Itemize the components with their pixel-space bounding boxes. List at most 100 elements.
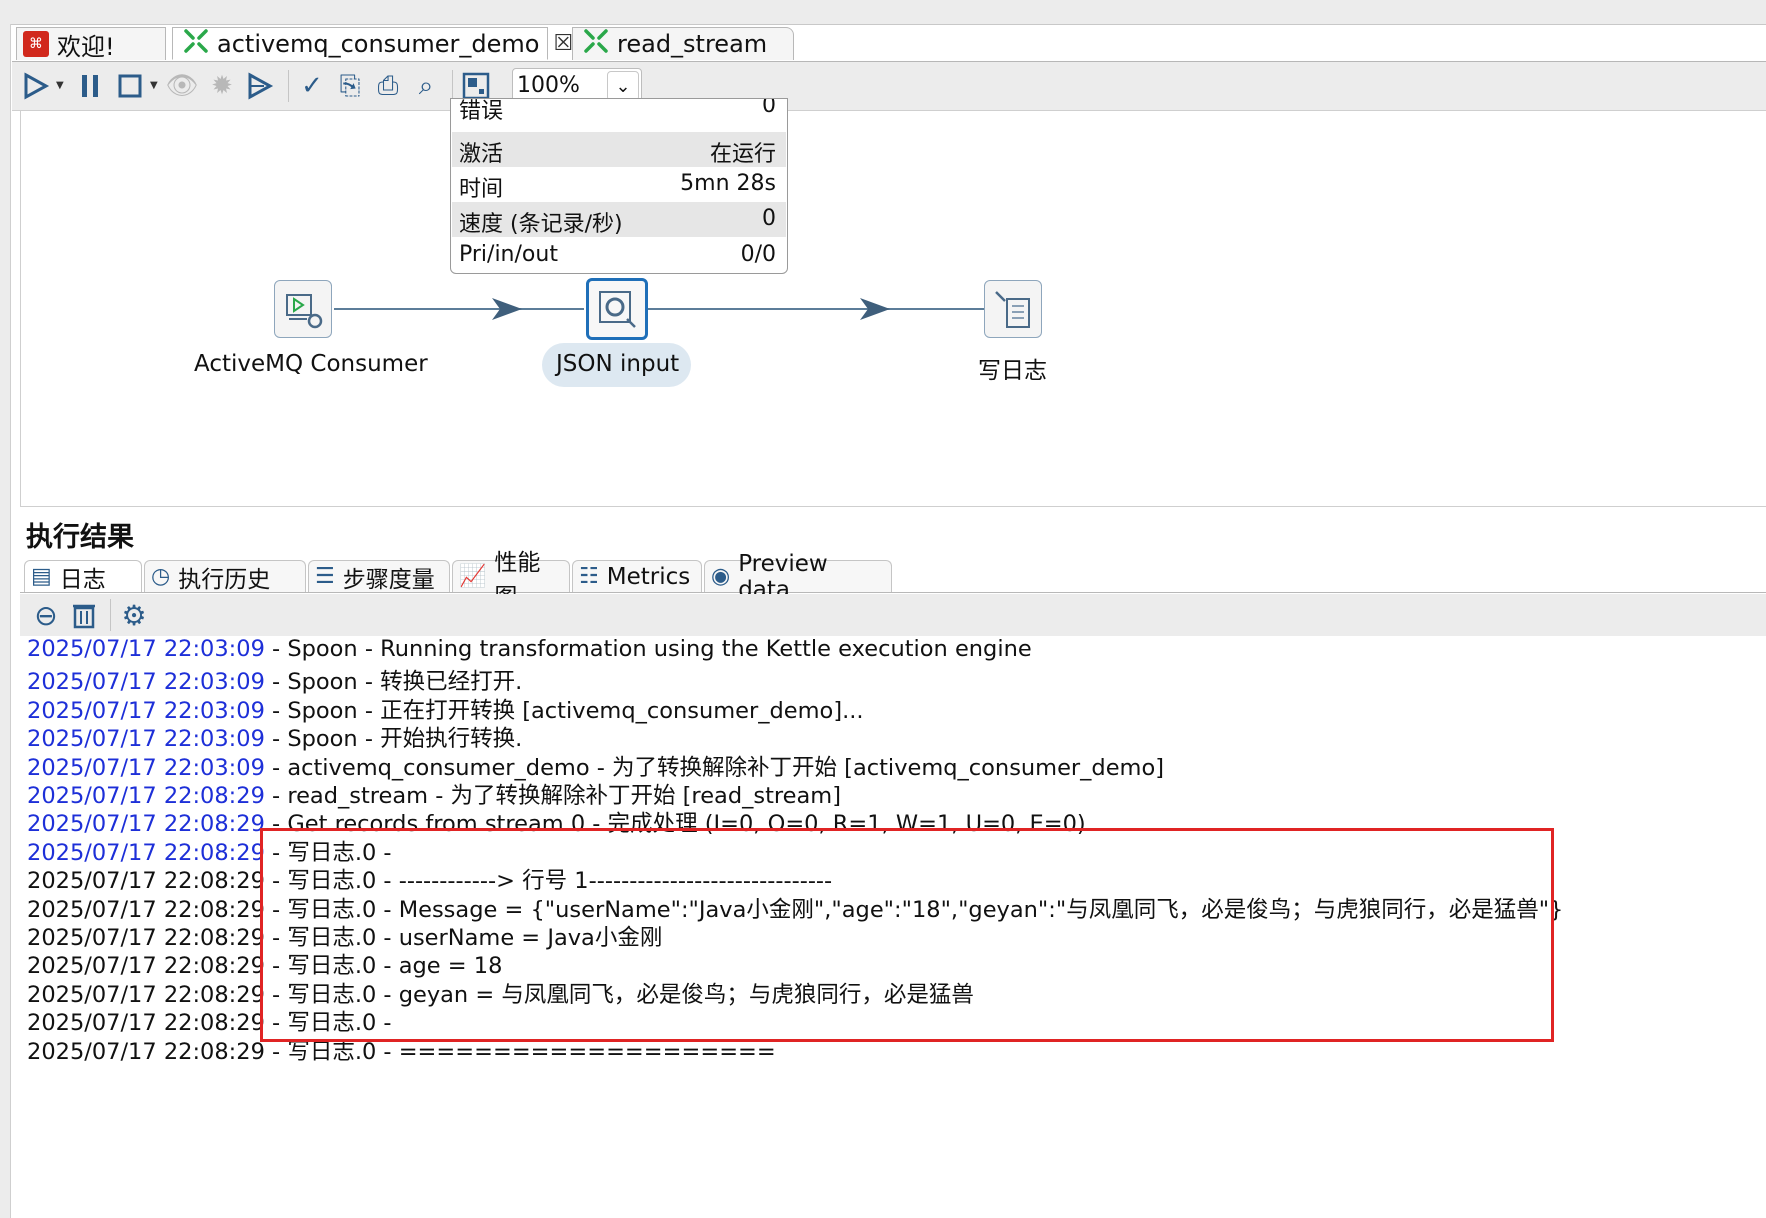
- log-message: - activemq_consumer_demo - 为了转换解除补丁开始 [a…: [264, 754, 1165, 781]
- tab-label: 步骤度量: [342, 566, 435, 593]
- chevron-down-icon[interactable]: ⌄: [607, 71, 639, 101]
- log-timestamp: 2025/07/17 22:08:29: [27, 981, 265, 1008]
- log-timestamp: 2025/07/17 22:03:09: [27, 754, 265, 781]
- log-timestamp: 2025/07/17 22:08:29: [27, 783, 265, 809]
- replay-icon[interactable]: [244, 70, 276, 102]
- explore-db-icon[interactable]: ⌕: [410, 70, 442, 102]
- window-top-strip: [0, 0, 1766, 25]
- step-json-input[interactable]: [586, 278, 648, 340]
- log-message: - Spoon - Running transformation using t…: [264, 636, 1032, 662]
- write-log-icon: [995, 291, 1030, 328]
- tab-log[interactable]: ▤ 日志: [24, 560, 142, 593]
- tab-step-metrics[interactable]: ☰ 步骤度量: [308, 560, 450, 593]
- log-timestamp: 2025/07/17 22:08:29: [27, 811, 265, 838]
- stats-value: 5mn 28s: [680, 171, 776, 196]
- stats-row-active: 激活 在运行: [452, 132, 786, 167]
- toolbar-separator: [110, 599, 111, 631]
- sql-icon[interactable]: ⎙: [372, 70, 404, 102]
- stats-value: 0: [762, 206, 776, 231]
- step-label: 写日志: [978, 358, 1047, 384]
- run-dropdown-icon[interactable]: ▼: [56, 80, 64, 91]
- log-timestamp: 2025/07/17 22:03:09: [27, 726, 265, 753]
- log-timestamp: 2025/07/17 22:08:29: [27, 1038, 265, 1065]
- log-timestamp: 2025/07/17 22:08:29: [27, 953, 265, 980]
- tab-activemq-label: activemq_consumer_demo: [217, 29, 540, 58]
- log-timestamp: 2025/07/17 22:03:09: [27, 697, 265, 724]
- stats-key: 激活: [459, 142, 504, 167]
- tab-label: 执行历史: [178, 566, 271, 593]
- settings-gear-icon[interactable]: ⚙: [118, 599, 150, 632]
- performance-chart-icon: 📈: [459, 564, 487, 589]
- hop-activemq-to-json[interactable]: [334, 308, 584, 310]
- stats-value: 0: [762, 98, 776, 118]
- step-write-log[interactable]: [984, 280, 1042, 338]
- zoom-select[interactable]: 100% ⌄: [512, 68, 642, 102]
- log-line: 2025/07/17 22:03:09 - Spoon - 开始执行转换.: [27, 721, 523, 753]
- transformation-toolbar: ▼ ▼ 👁 ✹ ✓ ⎘ ⎙ ⌕ 100% ⌄: [12, 62, 1766, 111]
- log-line: 2025/07/17 22:03:09 - Spoon - 正在打开转换 [ac…: [27, 693, 864, 724]
- left-panel-edge: [0, 24, 11, 1218]
- log-line: 2025/07/17 22:03:09 - activemq_consumer_…: [27, 750, 1165, 781]
- tab-performance-chart[interactable]: 📈 性能图: [452, 550, 570, 610]
- debug-icon[interactable]: ✹: [206, 70, 238, 102]
- log-line: 2025/07/17 22:03:09 - Spoon - 转换已经打开.: [27, 664, 523, 696]
- stats-key: Pri/in/out: [459, 242, 558, 267]
- clear-log-icon[interactable]: ⊖: [30, 599, 62, 632]
- stop-icon[interactable]: [114, 70, 146, 102]
- pause-icon[interactable]: [74, 70, 106, 102]
- highlight-annotation-box: [260, 828, 1554, 1042]
- transformation-icon: [583, 28, 609, 60]
- log-timestamp: 2025/07/17 22:08:29: [27, 839, 265, 866]
- log-line: 2025/07/17 22:08:29 - read_stream - 为了转换…: [27, 778, 841, 809]
- zoom-value: 100%: [517, 73, 580, 98]
- stats-key: 时间: [459, 177, 504, 202]
- stop-dropdown-icon[interactable]: ▼: [150, 80, 158, 91]
- stats-row-priority: Pri/in/out 0/0: [452, 238, 786, 273]
- log-timestamp: 2025/07/17 22:08:29: [27, 868, 265, 895]
- log-line: 2025/07/17 22:03:09 - Spoon - Running tr…: [27, 636, 1032, 664]
- log-message: - read_stream - 为了转换解除补丁开始 [read_stream]: [264, 783, 841, 809]
- trash-icon[interactable]: [68, 599, 100, 631]
- stats-value: 在运行: [709, 142, 776, 167]
- json-input-icon: [599, 291, 636, 328]
- tab-activemq-consumer-demo[interactable]: activemq_consumer_demo ☒: [172, 27, 573, 60]
- log-icon: ▤: [31, 564, 52, 589]
- stats-row-speed: 速度 (条记录/秒) 0: [452, 202, 786, 237]
- log-message: - Spoon - 开始执行转换.: [264, 726, 523, 753]
- transformation-icon: [183, 28, 209, 60]
- stats-value: 0/0: [740, 242, 776, 267]
- hop-arrow-icon: [860, 298, 890, 320]
- log-message: - Spoon - 正在打开转换 [activemq_consumer_demo…: [264, 697, 864, 724]
- log-message: - 写日志.0 - ====================: [264, 1038, 776, 1065]
- preview-eye-icon: ◉: [711, 564, 731, 589]
- step-stats-popup: 错误 0 激活 在运行 时间 5mn 28s 速度 (条记录/秒) 0 Pri/…: [450, 98, 788, 274]
- stats-key: 错误: [459, 99, 504, 124]
- hop-json-to-writelog[interactable]: [648, 308, 984, 310]
- stats-row-errors: 错误 0: [452, 99, 786, 134]
- log-timestamp: 2025/07/17 22:03:09: [27, 669, 265, 696]
- tab-welcome[interactable]: ⌘ 欢迎!: [16, 27, 166, 61]
- run-icon[interactable]: [20, 70, 52, 102]
- verify-icon[interactable]: ✓: [296, 70, 328, 102]
- log-toolbar: ⊖ ⚙: [20, 594, 1766, 636]
- tab-label: Metrics: [606, 563, 691, 590]
- log-message: - Spoon - 转换已经打开.: [264, 669, 523, 696]
- step-label: JSON input: [556, 351, 680, 377]
- history-icon: ◷: [151, 564, 171, 589]
- close-tab-icon[interactable]: ☒: [553, 31, 573, 56]
- hop-arrow-icon: [492, 298, 522, 320]
- tab-metrics[interactable]: ☷ Metrics: [572, 560, 702, 592]
- step-label: ActiveMQ Consumer: [194, 351, 428, 377]
- tab-label: 日志: [59, 566, 106, 593]
- welcome-logo-icon: ⌘: [23, 31, 49, 57]
- tab-preview-data[interactable]: ◉ Preview data: [704, 551, 892, 603]
- step-activemq-consumer[interactable]: [274, 280, 332, 338]
- log-timestamp: 2025/07/17 22:03:09: [27, 636, 265, 662]
- tab-execution-history[interactable]: ◷ 执行历史: [144, 560, 306, 593]
- impact-icon[interactable]: ⎘: [334, 70, 366, 102]
- tab-welcome-label: 欢迎!: [57, 32, 115, 61]
- preview-icon[interactable]: 👁: [166, 70, 199, 102]
- tab-read-stream[interactable]: read_stream: [572, 27, 794, 60]
- activemq-consumer-icon: [286, 294, 323, 329]
- results-tab-bar: ▤ 日志 ◷ 执行历史 ☰ 步骤度量 📈 性能图 ☷ Metrics ◉ Pre…: [20, 550, 1766, 610]
